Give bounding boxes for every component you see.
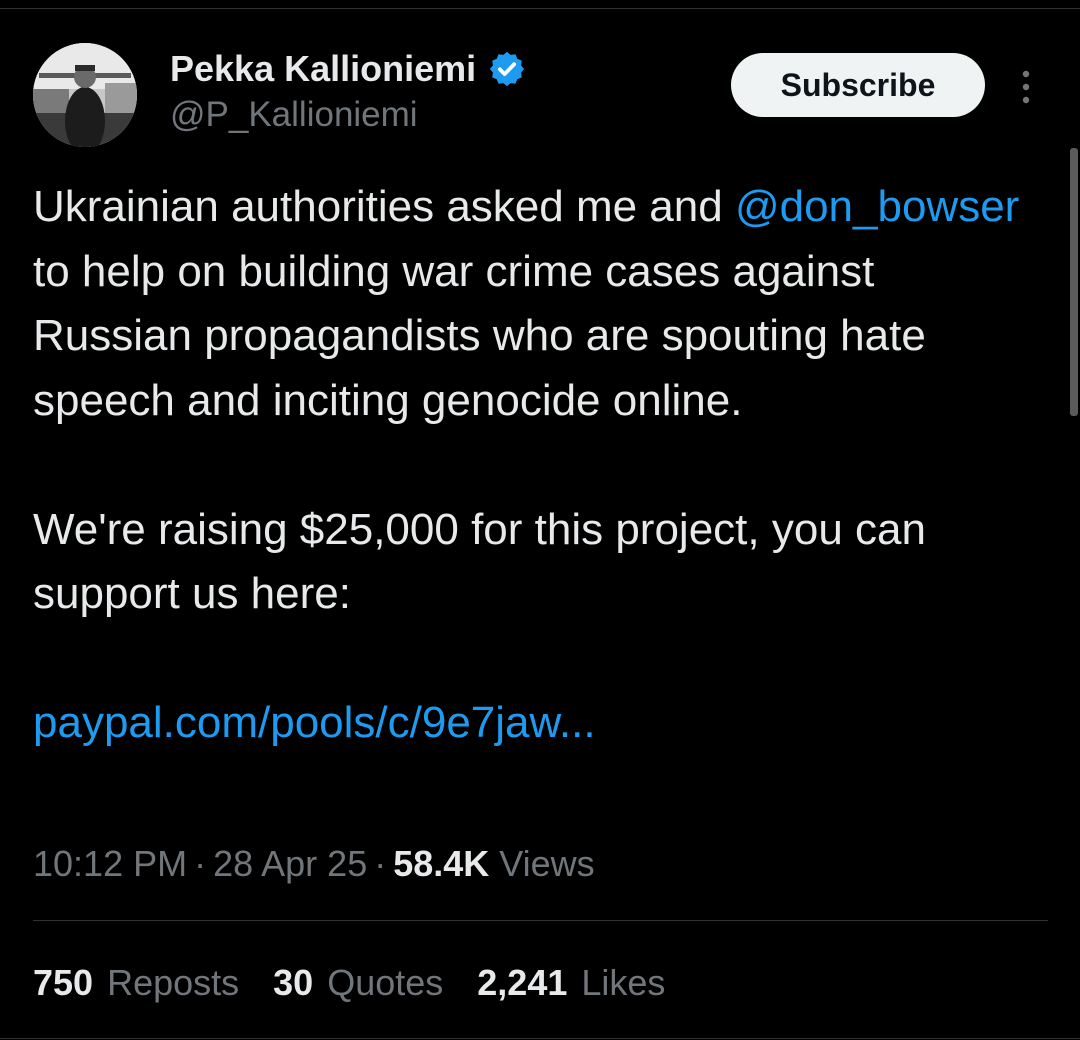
tweet-time[interactable]: 10:12 PM <box>33 843 187 885</box>
reposts-label: Reposts <box>107 962 240 1003</box>
tweet-meta: 10:12 PM · 28 Apr 25 · 58.4K Views <box>33 838 595 890</box>
quotes-count: 30 <box>273 962 314 1003</box>
views-label: Views <box>499 843 595 884</box>
top-divider <box>0 8 1080 9</box>
likes-count: 2,241 <box>477 962 568 1003</box>
views-count: 58.4K <box>393 843 490 884</box>
tweet-paragraph-3: paypal.com/pools/c/9e7jaw... <box>33 691 1043 756</box>
tweet-paragraph-1: Ukrainian authorities asked me and @don_… <box>33 175 1043 433</box>
bottom-divider <box>0 1038 1080 1039</box>
tweet-text: Ukrainian authorities asked me and @don_… <box>33 175 1043 756</box>
paypal-link[interactable]: paypal.com/pools/c/9e7jaw... <box>33 698 596 747</box>
reposts-count: 750 <box>33 962 94 1003</box>
quotes-stat[interactable]: 30 Quotes <box>273 962 477 1004</box>
tweet-paragraph-2: We're raising $25,000 for this project, … <box>33 504 926 619</box>
mention-link[interactable]: @don_bowser <box>735 182 1019 231</box>
meta-separator: · <box>374 843 387 884</box>
avatar[interactable] <box>33 43 137 147</box>
meta-separator: · <box>194 843 207 884</box>
tweet-text-after-mention: to help on building war crime cases agai… <box>33 246 926 425</box>
tweet-text-before-mention: Ukrainian authorities asked me and <box>33 182 735 231</box>
quotes-label: Quotes <box>327 962 444 1003</box>
more-options-button[interactable] <box>1006 62 1046 112</box>
author-name[interactable]: Pekka Kallioniemi <box>170 51 476 87</box>
author-handle[interactable]: @P_Kallioniemi <box>170 95 418 135</box>
likes-label: Likes <box>581 962 666 1003</box>
scrollbar[interactable] <box>1070 148 1078 416</box>
likes-stat[interactable]: 2,241 Likes <box>477 962 699 1004</box>
reposts-stat[interactable]: 750 Reposts <box>33 962 273 1004</box>
tweet-date[interactable]: 28 Apr 25 <box>213 843 367 885</box>
divider <box>33 920 1048 921</box>
verified-badge-icon <box>490 51 525 87</box>
engagement-stats: 750 Reposts 30 Quotes 2,241 Likes <box>33 957 699 1009</box>
author-row: Pekka Kallioniemi <box>170 44 526 94</box>
avatar-photo <box>33 43 137 147</box>
more-vertical-icon <box>1022 70 1030 104</box>
subscribe-button[interactable]: Subscribe <box>731 53 985 117</box>
